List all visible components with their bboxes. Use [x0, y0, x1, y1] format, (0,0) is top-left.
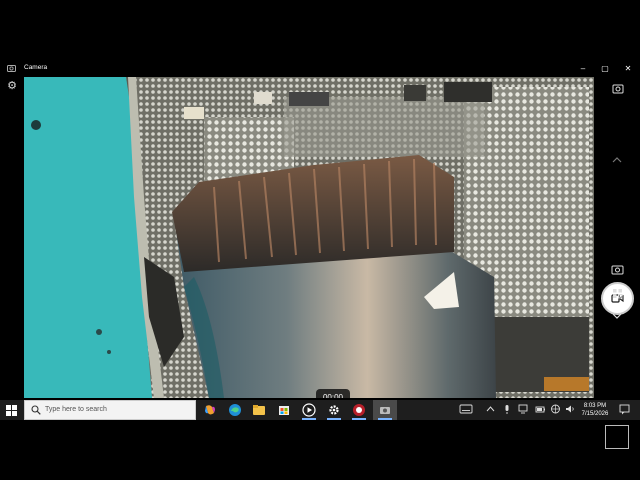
clock-time: 8:03 PM — [583, 403, 607, 409]
search-icon — [31, 405, 41, 415]
last-capture-thumbnail[interactable] — [605, 425, 629, 449]
copilot-icon[interactable] — [203, 403, 217, 417]
keyboard-icon[interactable] — [459, 404, 473, 414]
volume-icon[interactable] — [565, 404, 575, 414]
screen: Camera – ▢ ✕ ⚙ 00:00 Type here to search… — [0, 0, 640, 480]
title-bar[interactable]: Camera – ▢ ✕ — [0, 60, 640, 77]
microphone-icon[interactable] — [503, 404, 511, 415]
chevron-up-icon[interactable] — [611, 155, 623, 165]
screen-recorder-icon[interactable] — [352, 403, 366, 417]
minimize-button[interactable]: – — [573, 62, 593, 75]
settings-running-indicator — [327, 418, 341, 420]
clock-date: 7/15/2026 — [581, 411, 609, 417]
barcode-icon[interactable] — [612, 288, 623, 299]
settings-icon[interactable] — [327, 403, 341, 417]
notification-icon[interactable] — [619, 404, 630, 415]
camera-app-icon — [380, 407, 390, 414]
photo-mode-icon[interactable] — [611, 82, 625, 96]
screen-recorder-running-indicator — [352, 418, 366, 420]
recording-timer: 00:00 — [316, 389, 350, 398]
media-player-icon[interactable] — [302, 403, 316, 417]
preview-image — [24, 77, 594, 398]
system-clock[interactable]: 8:03 PM 7/15/2026 — [575, 402, 615, 418]
camera-window: Camera – ▢ ✕ ⚙ 00:00 — [0, 60, 640, 449]
camera-taskbar-button[interactable] — [373, 400, 397, 420]
chevron-down-icon[interactable] — [611, 311, 623, 321]
taskbar: Type here to search 8:03 PM 7/15/2026 — [0, 400, 640, 420]
camera-running-indicator — [378, 418, 392, 420]
maximize-button[interactable]: ▢ — [595, 62, 615, 75]
network-icon[interactable] — [518, 404, 528, 414]
search-placeholder: Type here to search — [45, 406, 107, 413]
microsoft-store-icon[interactable] — [277, 403, 291, 417]
taskbar-search-box[interactable]: Type here to search — [24, 400, 196, 420]
chevron-up-icon[interactable] — [486, 404, 495, 414]
camera-preview: 00:00 — [24, 77, 594, 398]
edge-icon[interactable] — [228, 403, 242, 417]
camera-icon[interactable] — [611, 263, 624, 275]
close-button[interactable]: ✕ — [618, 62, 638, 75]
settings-icon[interactable]: ⚙ — [5, 79, 19, 93]
battery-icon[interactable] — [535, 404, 546, 414]
camera-app-icon — [7, 65, 16, 72]
file-explorer-icon[interactable] — [252, 403, 266, 417]
window-title: Camera — [24, 64, 48, 71]
wifi-icon[interactable] — [550, 404, 561, 414]
media-player-running-indicator — [302, 418, 316, 420]
windows-start-icon[interactable] — [6, 405, 17, 416]
